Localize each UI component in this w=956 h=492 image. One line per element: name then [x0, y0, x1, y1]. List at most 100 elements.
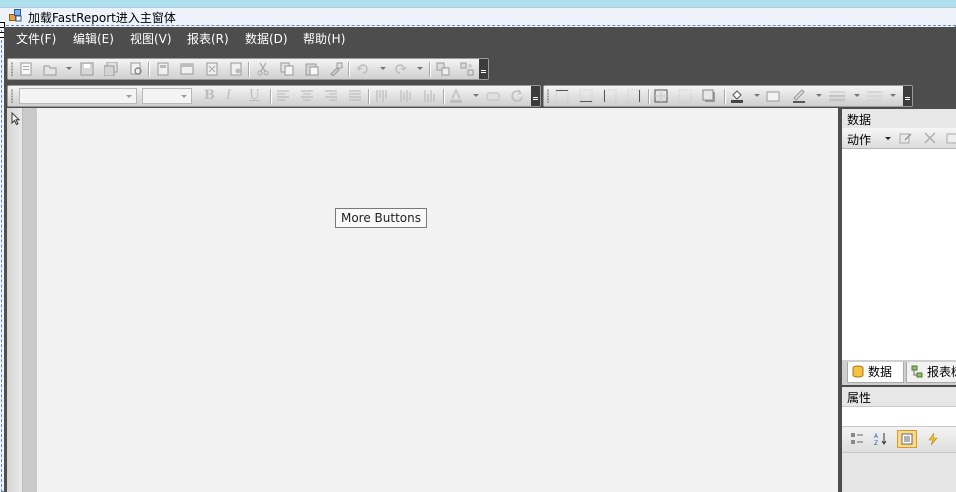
border-top-icon[interactable]: [555, 89, 569, 103]
menu-edit[interactable]: 编辑(E): [73, 30, 114, 47]
fill-color-icon[interactable]: [730, 89, 744, 103]
events-icon[interactable]: [926, 432, 940, 446]
edit-data-icon[interactable]: [899, 131, 913, 145]
align-top-icon[interactable]: [375, 89, 389, 103]
underline-icon[interactable]: U: [249, 88, 260, 103]
pointer-tool-icon[interactable]: [11, 112, 20, 125]
new-dialog-icon[interactable]: [180, 62, 194, 76]
menu-help[interactable]: 帮助(H): [303, 30, 345, 47]
align-middle-icon[interactable]: [399, 89, 413, 103]
border-bottom-icon[interactable]: [579, 89, 593, 103]
font-color-dropdown-icon[interactable]: [473, 94, 479, 97]
delete-data-icon[interactable]: [923, 131, 937, 145]
more-buttons-tooltip: More Buttons: [335, 208, 427, 228]
line-color-dropdown-icon[interactable]: [816, 94, 822, 97]
copy-icon[interactable]: [280, 62, 294, 76]
toolbar-grip[interactable]: [11, 89, 13, 103]
open-dropdown-icon[interactable]: [66, 67, 72, 70]
text-toolbar: B I U: [7, 85, 541, 107]
save-all-icon[interactable]: [104, 62, 118, 76]
rotate-icon[interactable]: [510, 89, 524, 103]
alphabetical-icon[interactable]: AZ: [874, 432, 888, 446]
categorized-icon[interactable]: [850, 432, 864, 446]
svg-text:A: A: [874, 433, 879, 440]
design-canvas[interactable]: [37, 108, 838, 492]
highlight-icon[interactable]: [486, 89, 500, 103]
undo-icon[interactable]: [356, 62, 370, 76]
new-report-icon[interactable]: [19, 62, 33, 76]
menu-view[interactable]: 视图(V): [130, 30, 172, 47]
page-setup-icon[interactable]: [229, 62, 243, 76]
data-panel-header: 数据: [842, 109, 956, 129]
toolbar-grip[interactable]: [547, 89, 549, 103]
align-bottom-icon[interactable]: [423, 89, 437, 103]
toolbar-overflow-button[interactable]: [903, 86, 912, 106]
object-selector[interactable]: [842, 407, 956, 426]
svg-text:Z: Z: [874, 440, 878, 446]
preview-icon[interactable]: [129, 62, 143, 76]
toolbar-separator: [248, 62, 250, 77]
menu-report[interactable]: 报表(R): [187, 30, 229, 47]
font-size-combo[interactable]: [142, 88, 192, 104]
actions-menu[interactable]: 动作: [847, 131, 871, 148]
align-right-icon[interactable]: [324, 89, 338, 103]
border-none-icon[interactable]: [678, 89, 692, 103]
border-right-icon[interactable]: [627, 89, 641, 103]
main-window: 加载FastReport进入主窗体 文件(F) 编辑(E) 视图(V) 报表(R…: [0, 7, 956, 492]
save-icon[interactable]: [80, 62, 94, 76]
data-actions-bar: 动作: [842, 128, 956, 149]
bold-icon[interactable]: B: [204, 88, 215, 103]
line-style-icon[interactable]: [866, 89, 884, 103]
toolbar-separator: [429, 62, 431, 77]
cut-icon[interactable]: [256, 62, 270, 76]
border-left-icon[interactable]: [603, 89, 617, 103]
toolbar-overflow-button[interactable]: [479, 59, 488, 79]
line-style-dropdown-icon[interactable]: [890, 94, 896, 97]
justify-icon[interactable]: [348, 89, 362, 103]
menu-bar: 文件(F) 编辑(E) 视图(V) 报表(R) 数据(D) 帮助(H): [4, 27, 956, 49]
data-panel-title: 数据: [847, 113, 872, 127]
toolbar-overflow-button[interactable]: [531, 86, 540, 106]
fill-icon[interactable]: [766, 89, 780, 103]
border-shadow-icon[interactable]: [702, 89, 716, 103]
toolbar-separator: [148, 62, 150, 77]
italic-icon[interactable]: I: [226, 88, 231, 103]
new-page-icon[interactable]: [156, 62, 170, 76]
border-toolbar: [543, 85, 913, 107]
data-view-icon[interactable]: [946, 131, 956, 145]
tool-strip: [7, 108, 23, 492]
redo-dropdown-icon[interactable]: [417, 67, 423, 70]
title-bar: 加载FastReport进入主窗体: [0, 8, 956, 25]
standard-toolbar: [7, 58, 489, 80]
line-color-icon[interactable]: [792, 89, 806, 103]
properties-panel-header: 属性: [842, 387, 956, 407]
tab-data[interactable]: 数据: [847, 362, 904, 383]
redo-icon[interactable]: [393, 62, 407, 76]
delete-page-icon[interactable]: [205, 62, 219, 76]
toolbar-separator: [368, 89, 370, 104]
align-left-icon[interactable]: [276, 89, 290, 103]
properties-icon[interactable]: [897, 430, 917, 448]
font-color-icon[interactable]: [449, 89, 463, 103]
actions-dropdown-icon[interactable]: [885, 137, 891, 140]
undo-dropdown-icon[interactable]: [380, 67, 386, 70]
window-title: 加载FastReport进入主窗体: [28, 11, 176, 25]
ungroup-icon[interactable]: [460, 62, 474, 76]
property-grid: [842, 453, 956, 492]
border-all-icon[interactable]: [654, 89, 668, 103]
fill-color-dropdown-icon[interactable]: [754, 94, 760, 97]
toolbar-grip[interactable]: [11, 62, 13, 76]
font-name-combo[interactable]: [19, 88, 137, 104]
paste-icon[interactable]: [305, 62, 319, 76]
menu-data[interactable]: 数据(D): [245, 30, 288, 47]
toolbar-separator: [348, 62, 350, 77]
line-width-icon[interactable]: [828, 89, 846, 103]
menu-file[interactable]: 文件(F): [16, 30, 56, 47]
align-center-icon[interactable]: [300, 89, 314, 103]
format-painter-icon[interactable]: [329, 62, 343, 76]
line-width-dropdown-icon[interactable]: [854, 94, 860, 97]
open-icon[interactable]: [43, 62, 57, 76]
report-designer: 文件(F) 编辑(E) 视图(V) 报表(R) 数据(D) 帮助(H) B I …: [4, 27, 956, 492]
tab-report-tree[interactable]: 报表树: [906, 362, 956, 383]
group-icon[interactable]: [436, 62, 450, 76]
